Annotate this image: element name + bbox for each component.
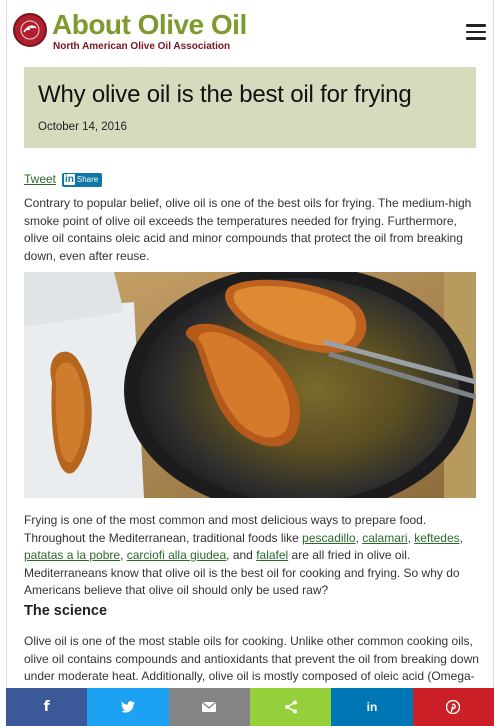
link-keftedes[interactable]: keftedes	[414, 531, 459, 545]
linkedin-icon: in	[64, 174, 75, 185]
share-icon	[284, 700, 297, 714]
twitter-share-button[interactable]	[87, 688, 169, 726]
list-separator: ,	[120, 548, 127, 562]
linkedin-share-bar-button[interactable]: in	[331, 688, 413, 726]
list-separator: , and	[226, 548, 257, 562]
share-button[interactable]	[249, 688, 332, 726]
link-carciofi-alla-giudea[interactable]: carciofi alla giudea	[127, 548, 226, 562]
article-header: Why olive oil is the best oil for frying…	[24, 67, 476, 148]
linkedin-icon: in	[366, 700, 378, 714]
link-patatas-a-la-pobre[interactable]: patatas a la pobre	[24, 548, 120, 562]
linkedin-share-button[interactable]: in Share	[62, 173, 102, 187]
publish-date: October 14, 2016	[38, 121, 127, 133]
intro-paragraph: Contrary to popular belief, olive oil is…	[24, 196, 472, 263]
twitter-bird-icon	[120, 701, 135, 713]
logo-title[interactable]: About Olive Oil	[52, 10, 247, 40]
facebook-share-button[interactable]: f	[6, 688, 88, 726]
link-pescadillo[interactable]: pescadillo	[302, 531, 355, 545]
link-calamari[interactable]: calamari	[362, 531, 407, 545]
hamburger-menu-icon[interactable]	[466, 24, 486, 40]
link-falafel[interactable]: falafel	[256, 548, 288, 562]
facebook-icon: f	[43, 699, 50, 715]
linkedin-share-label: Share	[76, 175, 99, 184]
logo-emblem-icon[interactable]	[13, 13, 47, 47]
section-heading: The science	[24, 603, 108, 619]
page-title: Why olive oil is the best oil for frying	[38, 81, 412, 108]
pinterest-share-button[interactable]	[412, 688, 494, 726]
list-separator: ,	[459, 530, 463, 545]
social-share-bar: f in	[6, 688, 494, 726]
site-header: About Olive Oil North American Olive Oil…	[6, 6, 494, 56]
frying-paragraph: Frying is one of the most common and mos…	[24, 512, 480, 600]
pinterest-icon	[446, 700, 461, 714]
email-share-button[interactable]	[168, 688, 250, 726]
logo-subtitle: North American Olive Oil Association	[53, 41, 231, 52]
envelope-icon	[202, 702, 217, 712]
article-photo	[24, 272, 476, 498]
tweet-link[interactable]: Tweet	[24, 172, 56, 186]
